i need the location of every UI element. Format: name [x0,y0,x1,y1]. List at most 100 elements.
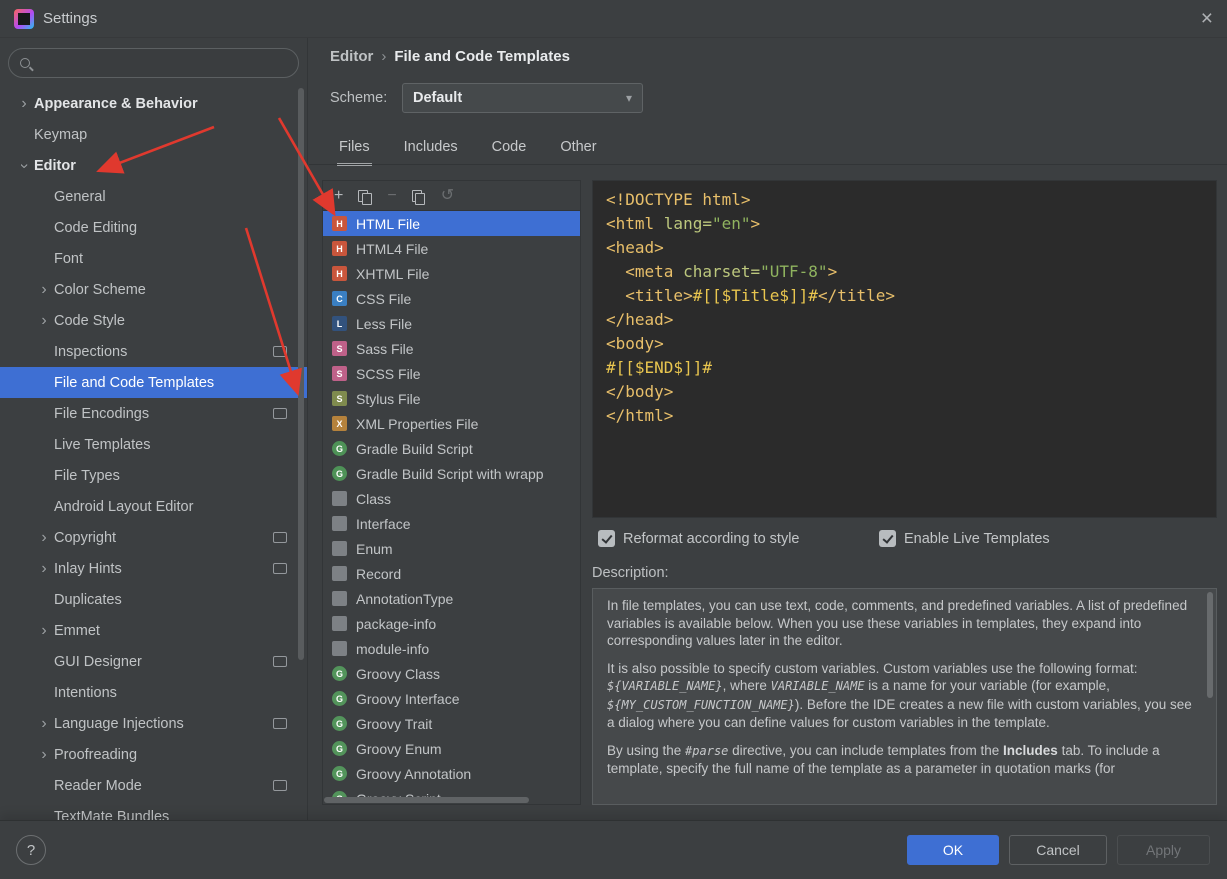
template-item-module-info[interactable]: module-info [323,636,580,661]
template-item-html4-file[interactable]: HHTML4 File [323,236,580,261]
tab-other[interactable]: Other [558,134,598,164]
sidebar-item-reader-mode[interactable]: Reader Mode [0,770,307,801]
tab-includes[interactable]: Includes [402,134,460,164]
chevron-right-icon[interactable]: › [14,95,34,113]
template-item-groovy-interface[interactable]: GGroovy Interface [323,686,580,711]
help-button[interactable]: ? [16,835,46,865]
template-item-package-info[interactable]: package-info [323,611,580,636]
groovy-file-icon: G [332,666,347,681]
sidebar-item-textmate-bundles[interactable]: TextMate Bundles [0,801,307,820]
template-item-interface[interactable]: Interface [323,511,580,536]
description-scrollbar[interactable] [1207,592,1213,698]
sidebar-item-label: Android Layout Editor [54,499,193,515]
sidebar-item-inlay-hints[interactable]: ›Inlay Hints [0,553,307,584]
chevron-right-icon[interactable]: › [34,281,54,299]
template-item-gradle-build-script-with-wrapp[interactable]: GGradle Build Script with wrapp [323,461,580,486]
css-file-icon: C [332,291,347,306]
tab-code[interactable]: Code [490,134,529,164]
sidebar-item-emmet[interactable]: ›Emmet [0,615,307,646]
sidebar-item-inspections[interactable]: Inspections [0,336,307,367]
search-input[interactable] [38,54,272,72]
sidebar-item-label: Copyright [54,530,116,546]
sidebar-item-proofreading[interactable]: ›Proofreading [0,739,307,770]
template-tabs: Files Includes Code Other [337,134,599,164]
sass-file-icon: S [332,341,347,356]
template-item-groovy-class[interactable]: GGroovy Class [323,661,580,686]
chevron-right-icon[interactable]: › [34,746,54,764]
monitor-icon [273,780,287,791]
template-item-scss-file[interactable]: SSCSS File [323,361,580,386]
template-item-html-file[interactable]: HHTML File [323,211,580,236]
breadcrumb-item-editor[interactable]: Editor [330,48,373,65]
sidebar-item-file-types[interactable]: File Types [0,460,307,491]
template-item-xhtml-file[interactable]: HXHTML File [323,261,580,286]
template-item-stylus-file[interactable]: SStylus File [323,386,580,411]
live-templates-checkbox[interactable]: Enable Live Templates [879,530,1050,547]
sidebar-item-android-layout-editor[interactable]: Android Layout Editor [0,491,307,522]
template-item-sass-file[interactable]: SSass File [323,336,580,361]
sidebar-item-gui-designer[interactable]: GUI Designer [0,646,307,677]
template-item-xml-properties-file[interactable]: XXML Properties File [323,411,580,436]
template-name: Gradle Build Script with wrapp [356,466,544,482]
sidebar-item-language-injections[interactable]: ›Language Injections [0,708,307,739]
template-item-enum[interactable]: Enum [323,536,580,561]
template-item-annotationtype[interactable]: AnnotationType [323,586,580,611]
chevron-right-icon[interactable]: › [34,622,54,640]
template-item-record[interactable]: Record [323,561,580,586]
sidebar-item-code-editing[interactable]: Code Editing [0,212,307,243]
sidebar-item-label: File and Code Templates [54,375,214,391]
settings-content: Editor › File and Code Templates Scheme:… [309,38,1227,820]
scheme-select[interactable]: Default ▾ [402,83,643,113]
sidebar-item-editor[interactable]: ›Editor [0,150,307,181]
tab-files[interactable]: Files [337,134,372,164]
checkbox-checked-icon[interactable] [879,530,896,547]
sidebar-item-file-encodings[interactable]: File Encodings [0,398,307,429]
scheme-label: Scheme: [330,90,387,106]
reformat-checkbox[interactable]: Reformat according to style [598,530,800,547]
sidebar-item-live-templates[interactable]: Live Templates [0,429,307,460]
dialog-footer: ? OK Cancel Apply [0,820,1227,879]
sass-file-icon: S [332,366,347,381]
template-item-class[interactable]: Class [323,486,580,511]
template-item-groovy-annotation[interactable]: GGroovy Annotation [323,761,580,786]
template-list: HHTML FileHHTML4 FileHXHTML File C CSS Fil… [323,211,580,799]
chevron-right-icon[interactable]: › [34,529,54,547]
sidebar-item-color-scheme[interactable]: ›Color Scheme [0,274,307,305]
template-name: Class [356,491,391,507]
sidebar-item-general[interactable]: General [0,181,307,212]
search-box[interactable] [8,48,299,78]
chevron-right-icon[interactable]: › [34,560,54,578]
template-name: XML Properties File [356,416,478,432]
sidebar-item-keymap[interactable]: Keymap [0,119,307,150]
sidebar-item-file-and-code-templates[interactable]: File and Code Templates [0,367,307,398]
close-icon[interactable]: × [1201,8,1213,29]
template-list-hscrollbar[interactable] [324,797,529,803]
chevron-right-icon[interactable]: › [34,312,54,330]
sidebar-item-copyright[interactable]: ›Copyright [0,522,307,553]
template-item-gradle-build-script[interactable]: GGradle Build Script [323,436,580,461]
template-item-css-file[interactable]: C CSS File [323,286,580,311]
chevron-down-icon[interactable]: › [15,156,33,176]
checkbox-checked-icon[interactable] [598,530,615,547]
description-label: Description: [592,565,669,581]
duplicate-icon[interactable] [412,190,426,202]
template-item-groovy-enum[interactable]: GGroovy Enum [323,736,580,761]
template-item-groovy-trait[interactable]: GGroovy Trait [323,711,580,736]
title-bar: Settings × [0,0,1227,38]
ok-button[interactable]: OK [907,835,999,865]
sidebar-item-appearance-behavior[interactable]: ›Appearance & Behavior [0,88,307,119]
sidebar-item-intentions[interactable]: Intentions [0,677,307,708]
sidebar-item-code-style[interactable]: ›Code Style [0,305,307,336]
sidebar-item-duplicates[interactable]: Duplicates [0,584,307,615]
code-editor[interactable]: <!DOCTYPE html><html lang="en"><head> <m… [592,180,1217,518]
template-name: CSS File [356,291,411,307]
sidebar-item-label: File Encodings [54,406,149,422]
add-icon[interactable]: + [334,188,343,204]
chevron-right-icon[interactable]: › [34,715,54,733]
apply-button[interactable]: Apply [1117,835,1210,865]
sidebar-item-font[interactable]: Font [0,243,307,274]
cancel-button[interactable]: Cancel [1009,835,1107,865]
copy-template-icon[interactable] [358,190,372,202]
sidebar-scrollbar[interactable] [298,88,304,660]
template-item-less-file[interactable]: LLess File [323,311,580,336]
